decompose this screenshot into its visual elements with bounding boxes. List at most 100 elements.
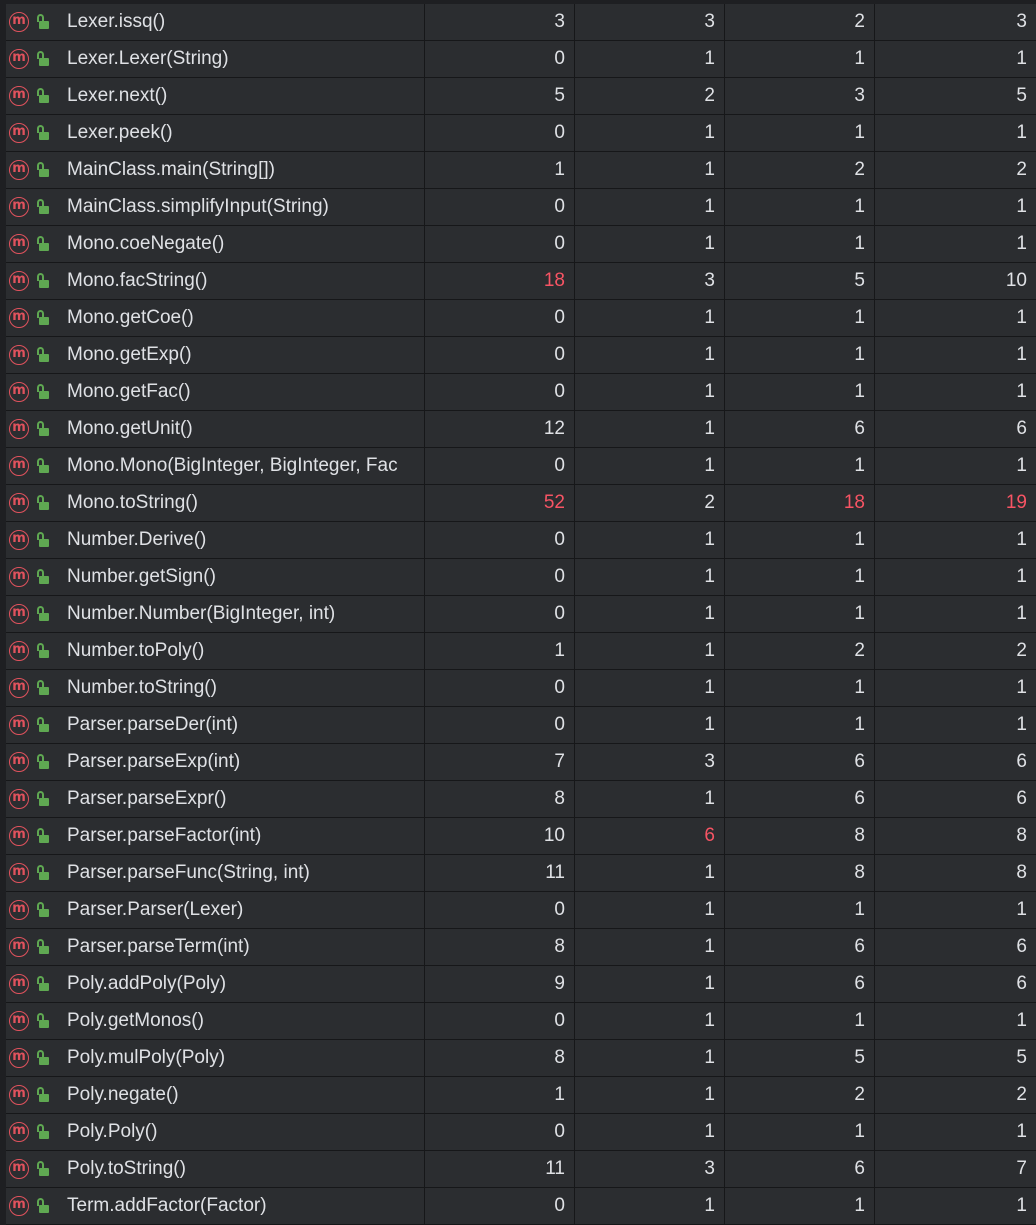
metric-cell-1: 8 — [425, 781, 575, 817]
method-name-cell[interactable]: m Mono.getFac() — [6, 374, 425, 410]
method-name-cell[interactable]: m Poly.Poly() — [6, 1114, 425, 1150]
method-name: Number.toString() — [67, 677, 217, 698]
table-row[interactable]: m Mono.coeNegate() 0 1 1 1 — [6, 226, 1036, 263]
method-name-cell[interactable]: m Term.addFactor(Factor) — [6, 1188, 425, 1224]
method-name-cell[interactable]: m MainClass.simplifyInput(String) — [6, 189, 425, 225]
table-row[interactable]: m Mono.toString() 52 2 18 19 — [6, 485, 1036, 522]
metric-cell-2: 1 — [575, 374, 725, 410]
method-name-cell[interactable]: m Number.getSign() — [6, 559, 425, 595]
public-lock-icon — [36, 643, 50, 659]
table-row[interactable]: m Parser.parseTerm(int) 8 1 6 6 — [6, 929, 1036, 966]
table-row[interactable]: m Poly.negate() 1 1 2 2 — [6, 1077, 1036, 1114]
table-row[interactable]: m Mono.Mono(BigInteger, BigInteger, Fac 0 1… — [6, 448, 1036, 485]
method-m-icon: m — [9, 382, 29, 402]
method-name: Lexer.peek() — [67, 122, 173, 143]
method-name-cell[interactable]: m Lexer.next() — [6, 78, 425, 114]
method-name-cell[interactable]: m Number.toPoly() — [6, 633, 425, 669]
table-row[interactable]: m Parser.parseExp(int) 7 3 6 6 — [6, 744, 1036, 781]
table-row[interactable]: m Mono.getFac() 0 1 1 1 — [6, 374, 1036, 411]
table-row[interactable]: m Lexer.issq() 3 3 2 3 — [6, 4, 1036, 41]
method-m-icon: m — [9, 1122, 29, 1142]
metric-cell-1: 1 — [425, 1077, 575, 1113]
public-lock-icon — [36, 754, 50, 770]
method-name-cell[interactable]: m Parser.parseExp(int) — [6, 744, 425, 780]
table-row[interactable]: m Parser.parseExpr() 8 1 6 6 — [6, 781, 1036, 818]
method-name-cell[interactable]: m Parser.parseFactor(int) — [6, 818, 425, 854]
method-m-icon: m — [9, 678, 29, 698]
table-row[interactable]: m Mono.facString() 18 3 5 10 — [6, 263, 1036, 300]
table-row[interactable]: m Poly.addPoly(Poly) 9 1 6 6 — [6, 966, 1036, 1003]
metric-cell-3: 2 — [725, 633, 875, 669]
method-name-cell[interactable]: m Lexer.issq() — [6, 4, 425, 40]
method-name-cell[interactable]: m Number.Number(BigInteger, int) — [6, 596, 425, 632]
metric-cell-1: 0 — [425, 596, 575, 632]
method-name-cell[interactable]: m Number.Derive() — [6, 522, 425, 558]
method-name-cell[interactable]: m Lexer.Lexer(String) — [6, 41, 425, 77]
method-name-cell[interactable]: m Lexer.peek() — [6, 115, 425, 151]
table-row[interactable]: m Lexer.next() 5 2 3 5 — [6, 78, 1036, 115]
method-name-cell[interactable]: m Poly.negate() — [6, 1077, 425, 1113]
method-name-cell[interactable]: m Mono.Mono(BigInteger, BigInteger, Fac — [6, 448, 425, 484]
table-row[interactable]: m Mono.getExp() 0 1 1 1 — [6, 337, 1036, 374]
table-row[interactable]: m Poly.toString() 11 3 6 7 — [6, 1151, 1036, 1188]
table-row[interactable]: m Parser.Parser(Lexer) 0 1 1 1 — [6, 892, 1036, 929]
method-name-cell[interactable]: m Parser.parseDer(int) — [6, 707, 425, 743]
metric-cell-2: 1 — [575, 1077, 725, 1113]
metric-cell-2: 1 — [575, 152, 725, 188]
method-name-cell[interactable]: m Poly.getMonos() — [6, 1003, 425, 1039]
method-name-cell[interactable]: m Mono.getUnit() — [6, 411, 425, 447]
metric-cell-1: 0 — [425, 300, 575, 336]
table-row[interactable]: m Number.toPoly() 1 1 2 2 — [6, 633, 1036, 670]
metric-cell-1: 1 — [425, 633, 575, 669]
method-name-cell[interactable]: m MainClass.main(String[]) — [6, 152, 425, 188]
method-name-cell[interactable]: m Mono.getCoe() — [6, 300, 425, 336]
table-row[interactable]: m Poly.mulPoly(Poly) 8 1 5 5 — [6, 1040, 1036, 1077]
table-row[interactable]: m Term.addFactor(Factor) 0 1 1 1 — [6, 1188, 1036, 1225]
method-name-cell[interactable]: m Mono.toString() — [6, 485, 425, 521]
table-row[interactable]: m Parser.parseFunc(String, int) 11 1 8 8 — [6, 855, 1036, 892]
metric-cell-2: 3 — [575, 744, 725, 780]
table-row[interactable]: m MainClass.simplifyInput(String) 0 1 1 1 — [6, 189, 1036, 226]
method-name-cell[interactable]: m Parser.parseFunc(String, int) — [6, 855, 425, 891]
metric-cell-3: 6 — [725, 744, 875, 780]
method-name: Mono.getCoe() — [67, 307, 194, 328]
method-name-cell[interactable]: m Mono.getExp() — [6, 337, 425, 373]
method-name-cell[interactable]: m Parser.Parser(Lexer) — [6, 892, 425, 928]
method-m-icon: m — [9, 1048, 29, 1068]
method-m-icon: m — [9, 1159, 29, 1179]
table-row[interactable]: m Poly.Poly() 0 1 1 1 — [6, 1114, 1036, 1151]
method-name-cell[interactable]: m Poly.mulPoly(Poly) — [6, 1040, 425, 1076]
method-name-cell[interactable]: m Parser.parseTerm(int) — [6, 929, 425, 965]
table-row[interactable]: m Mono.getUnit() 12 1 6 6 — [6, 411, 1036, 448]
method-name: Poly.mulPoly(Poly) — [67, 1047, 226, 1068]
table-row[interactable]: m Parser.parseFactor(int) 10 6 8 8 — [6, 818, 1036, 855]
method-name-cell[interactable]: m Poly.addPoly(Poly) — [6, 966, 425, 1002]
method-m-icon: m — [9, 86, 29, 106]
method-m-icon: m — [9, 49, 29, 69]
table-row[interactable]: m Number.Derive() 0 1 1 1 — [6, 522, 1036, 559]
method-name-cell[interactable]: m Number.toString() — [6, 670, 425, 706]
metric-cell-3: 1 — [725, 300, 875, 336]
method-m-icon: m — [9, 789, 29, 809]
table-row[interactable]: m Lexer.Lexer(String) 0 1 1 1 — [6, 41, 1036, 78]
metric-cell-1: 0 — [425, 670, 575, 706]
table-row[interactable]: m Number.Number(BigInteger, int) 0 1 1 1 — [6, 596, 1036, 633]
method-name-cell[interactable]: m Mono.facString() — [6, 263, 425, 299]
table-row[interactable]: m Number.toString() 0 1 1 1 — [6, 670, 1036, 707]
table-row[interactable]: m Lexer.peek() 0 1 1 1 — [6, 115, 1036, 152]
method-name-cell[interactable]: m Mono.coeNegate() — [6, 226, 425, 262]
table-row[interactable]: m Number.getSign() 0 1 1 1 — [6, 559, 1036, 596]
method-name-cell[interactable]: m Parser.parseExpr() — [6, 781, 425, 817]
metric-cell-2: 1 — [575, 559, 725, 595]
table-row[interactable]: m MainClass.main(String[]) 1 1 2 2 — [6, 152, 1036, 189]
metric-cell-3: 6 — [725, 929, 875, 965]
table-row[interactable]: m Mono.getCoe() 0 1 1 1 — [6, 300, 1036, 337]
metric-cell-1: 8 — [425, 1040, 575, 1076]
metric-cell-1: 3 — [425, 4, 575, 40]
method-name-cell[interactable]: m Poly.toString() — [6, 1151, 425, 1187]
table-row[interactable]: m Parser.parseDer(int) 0 1 1 1 — [6, 707, 1036, 744]
metric-cell-4: 1 — [1016, 48, 1027, 69]
method-m-icon: m — [9, 234, 29, 254]
metric-cell-1: 0 — [425, 522, 575, 558]
table-row[interactable]: m Poly.getMonos() 0 1 1 1 — [6, 1003, 1036, 1040]
